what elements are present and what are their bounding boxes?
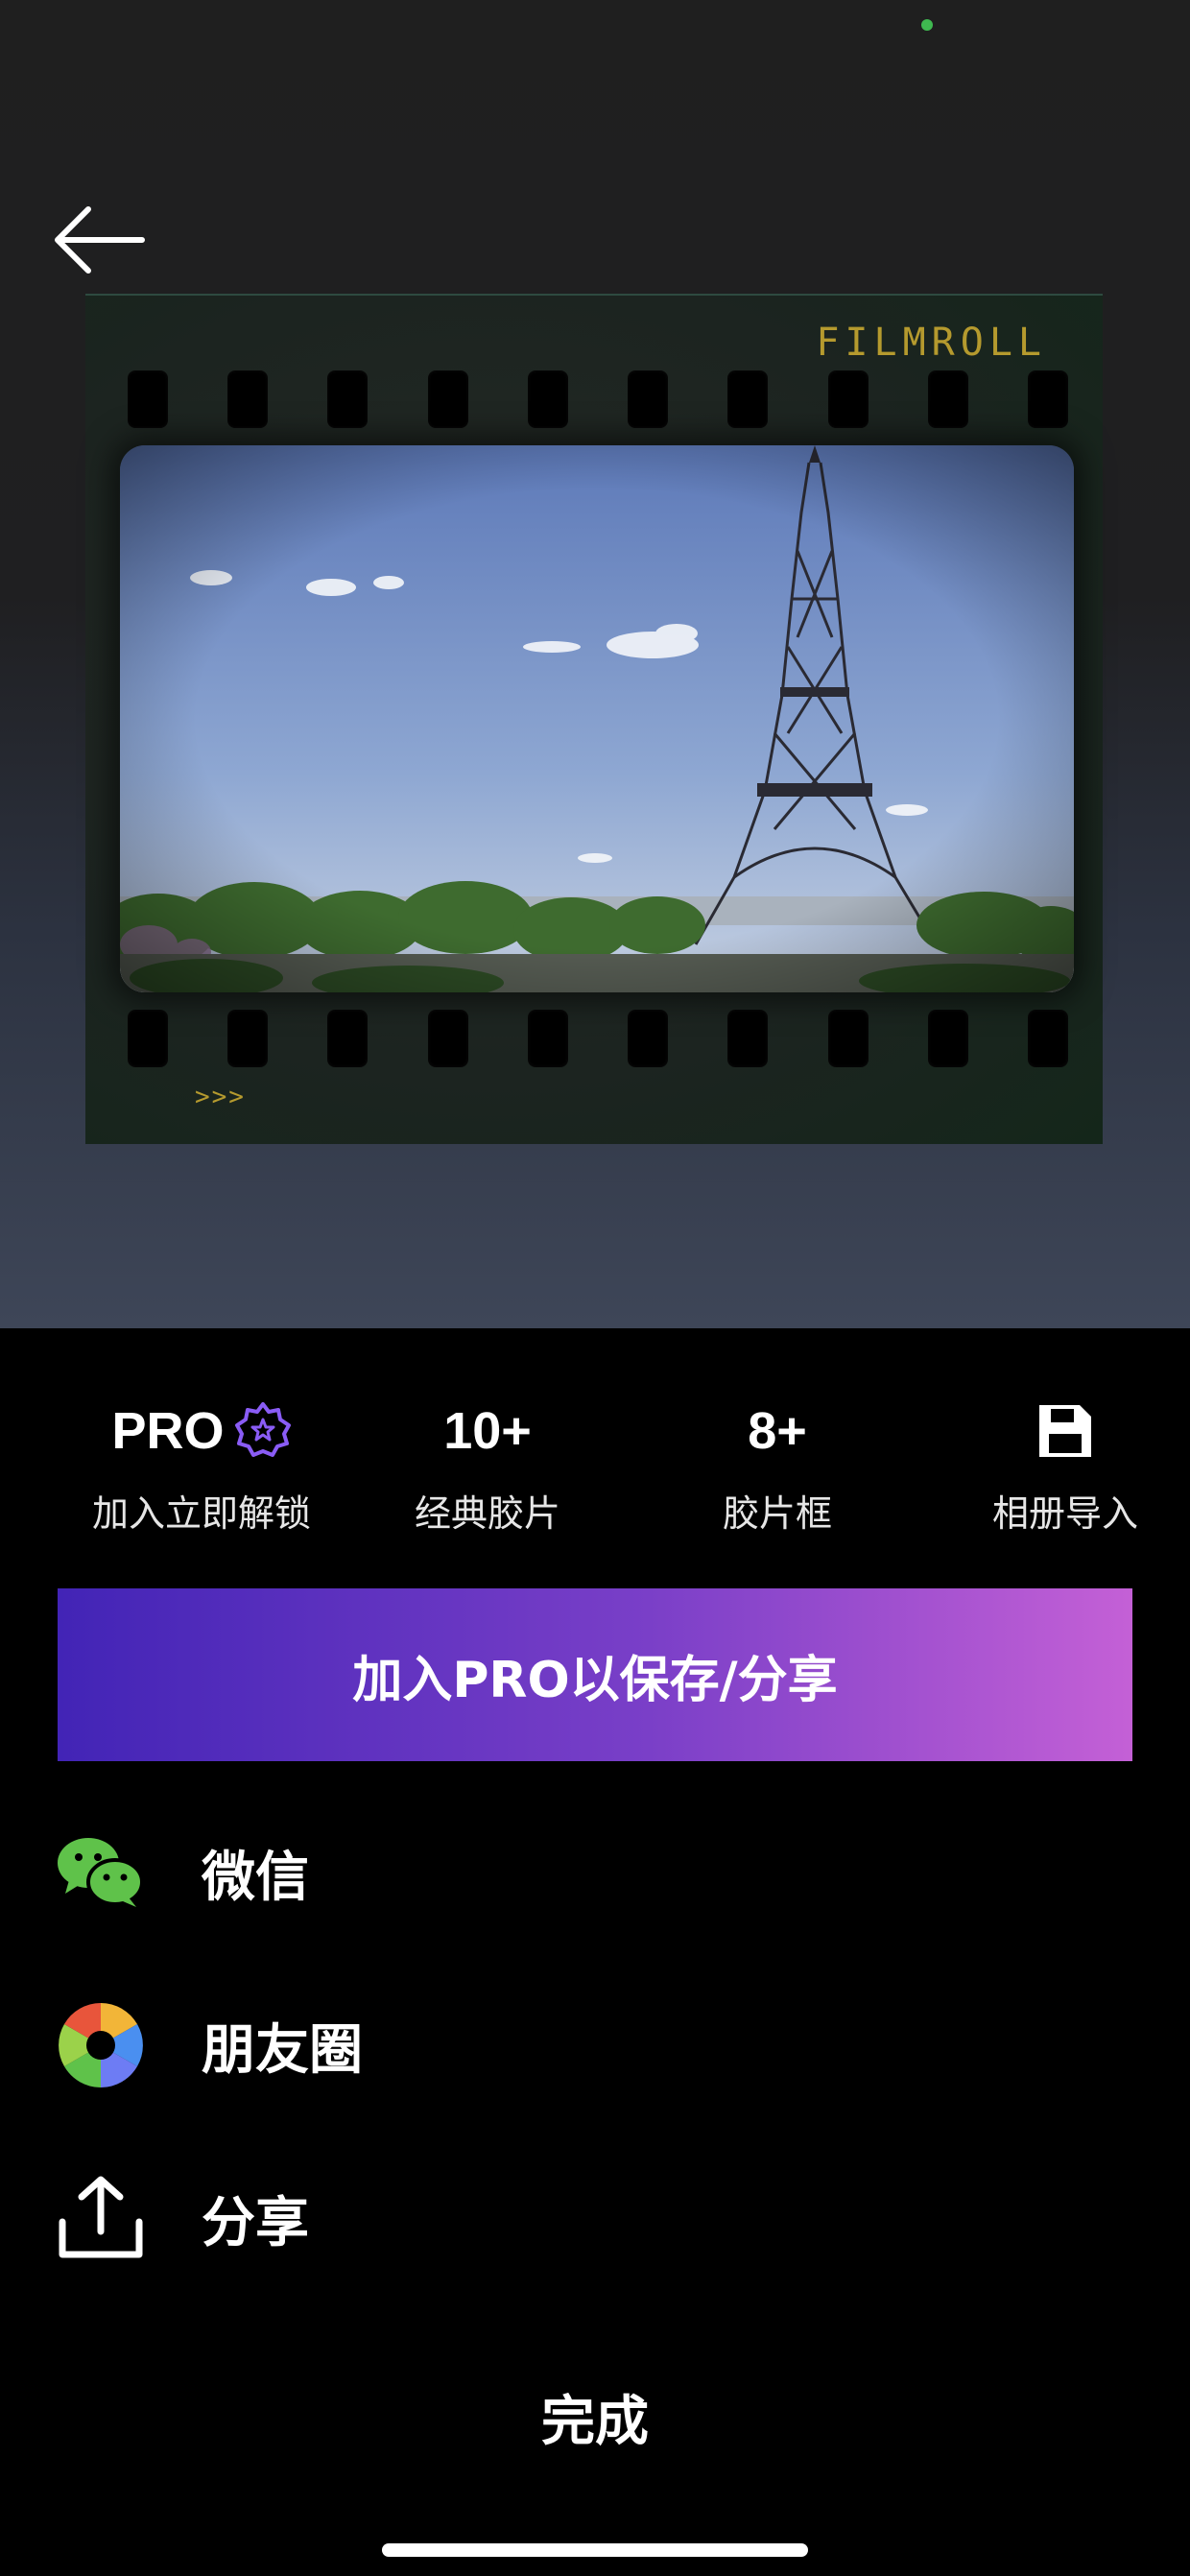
feature-films: 10+ 经典胶片 xyxy=(372,1397,603,1537)
share-moments-label: 朋友圈 xyxy=(202,2018,363,2082)
film-perforations-top xyxy=(128,370,1068,428)
perforation xyxy=(327,370,369,428)
perforation xyxy=(128,1010,168,1067)
save-disk-icon xyxy=(1039,1405,1091,1457)
join-pro-button-label: 加入PRO以保存/分享 xyxy=(352,1651,838,1709)
arrow-left-icon xyxy=(55,206,145,274)
film-frame-arrows: >>> xyxy=(195,1083,246,1111)
moments-icon xyxy=(59,2003,143,2087)
perforation xyxy=(128,370,168,428)
perforation xyxy=(527,370,568,428)
perforation xyxy=(827,1010,869,1067)
perforation xyxy=(227,370,269,428)
perforation xyxy=(927,370,968,428)
perforation xyxy=(227,1010,269,1067)
perforation xyxy=(628,1010,669,1067)
perforation xyxy=(527,1010,568,1067)
film-brand-label: FILMROLL xyxy=(816,321,1047,365)
home-indicator[interactable] xyxy=(382,2543,808,2557)
feature-pro: PRO 加入立即解锁 xyxy=(58,1397,345,1537)
feature-pro-title: PRO xyxy=(111,1402,225,1460)
share-sheet: PRO 加入立即解锁 10+ 经典胶片 8+ 胶片框 相册导入 加入PRO以保存… xyxy=(0,1328,1190,2576)
perforation xyxy=(628,370,669,428)
share-wechat[interactable]: 微信 xyxy=(56,1820,1111,1925)
feature-album-import-caption: 相册导入 xyxy=(991,1492,1138,1535)
perforation xyxy=(427,370,468,428)
share-wechat-label: 微信 xyxy=(202,1846,309,1909)
photo-eiffel-tower xyxy=(120,445,1074,992)
feature-films-title: 10+ xyxy=(443,1402,532,1460)
feature-album-import: 相册导入 xyxy=(960,1397,1171,1537)
wechat-icon xyxy=(58,1838,144,1907)
perforation xyxy=(727,1010,769,1067)
feature-frames-title: 8+ xyxy=(748,1402,807,1460)
share-system-label: 分享 xyxy=(202,2191,309,2254)
share-upload-icon xyxy=(59,2176,143,2258)
film-frame: FILMROLL >>> xyxy=(85,294,1103,1144)
done-button[interactable]: 完成 xyxy=(499,2378,691,2455)
perforation xyxy=(1027,1010,1068,1067)
perforation xyxy=(727,370,769,428)
pro-badge-icon xyxy=(234,1402,291,1457)
film-perforations-bottom xyxy=(128,1010,1068,1067)
feature-pro-caption: 加入立即解锁 xyxy=(91,1492,311,1535)
share-moments[interactable]: 朋友圈 xyxy=(56,1992,1111,2098)
feature-films-caption: 经典胶片 xyxy=(414,1492,560,1535)
join-pro-button[interactable]: 加入PRO以保存/分享 xyxy=(58,1588,1132,1761)
perforation xyxy=(427,1010,468,1067)
share-system[interactable]: 分享 xyxy=(56,2165,1111,2271)
perforation xyxy=(927,1010,968,1067)
feature-frames-caption: 胶片框 xyxy=(722,1492,832,1535)
privacy-indicator-dot xyxy=(921,19,933,31)
preview-area: FILMROLL >>> xyxy=(0,0,1190,1328)
perforation xyxy=(1027,370,1068,428)
perforation xyxy=(327,1010,369,1067)
perforation xyxy=(827,370,869,428)
back-button[interactable] xyxy=(50,198,155,284)
feature-frames: 8+ 胶片框 xyxy=(662,1397,892,1537)
